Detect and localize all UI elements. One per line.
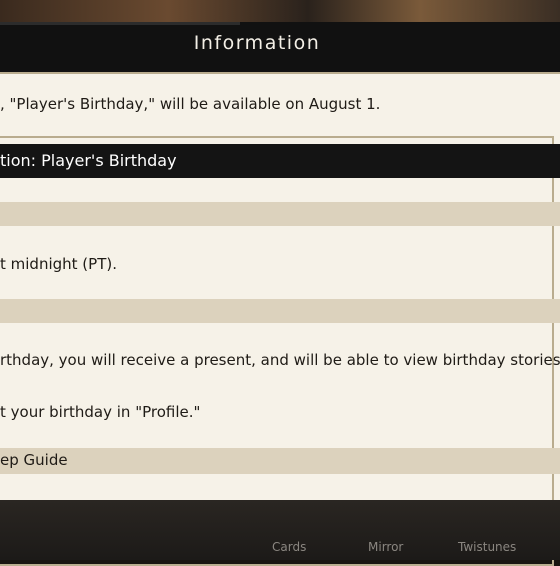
title-bar-divider (0, 22, 240, 25)
band-divider-2 (0, 299, 560, 323)
announcement-text: , "Player's Birthday," will be available… (0, 95, 381, 113)
nav-cards[interactable]: Cards (272, 540, 306, 554)
nav-twistunes[interactable]: Twistunes (458, 540, 516, 554)
section-header: tion: Player's Birthday (0, 144, 560, 178)
guide-band[interactable]: ep Guide (0, 448, 560, 474)
schedule-text: t midnight (PT). (0, 255, 117, 273)
nav-mirror[interactable]: Mirror (368, 540, 403, 554)
band-divider-1 (0, 202, 560, 226)
title-bar: Information (0, 22, 560, 72)
bottom-nav: Cards Mirror Twistunes (0, 538, 560, 560)
background-scene-top (0, 0, 560, 22)
information-panel[interactable]: , "Player's Birthday," will be available… (0, 72, 560, 566)
profile-text: t your birthday in "Profile." (0, 403, 201, 421)
section-title: tion: Player's Birthday (0, 151, 177, 170)
guide-heading: ep Guide (0, 451, 68, 469)
page-title: Information (193, 32, 321, 54)
reward-text: rthday, you will receive a present, and … (0, 351, 560, 369)
